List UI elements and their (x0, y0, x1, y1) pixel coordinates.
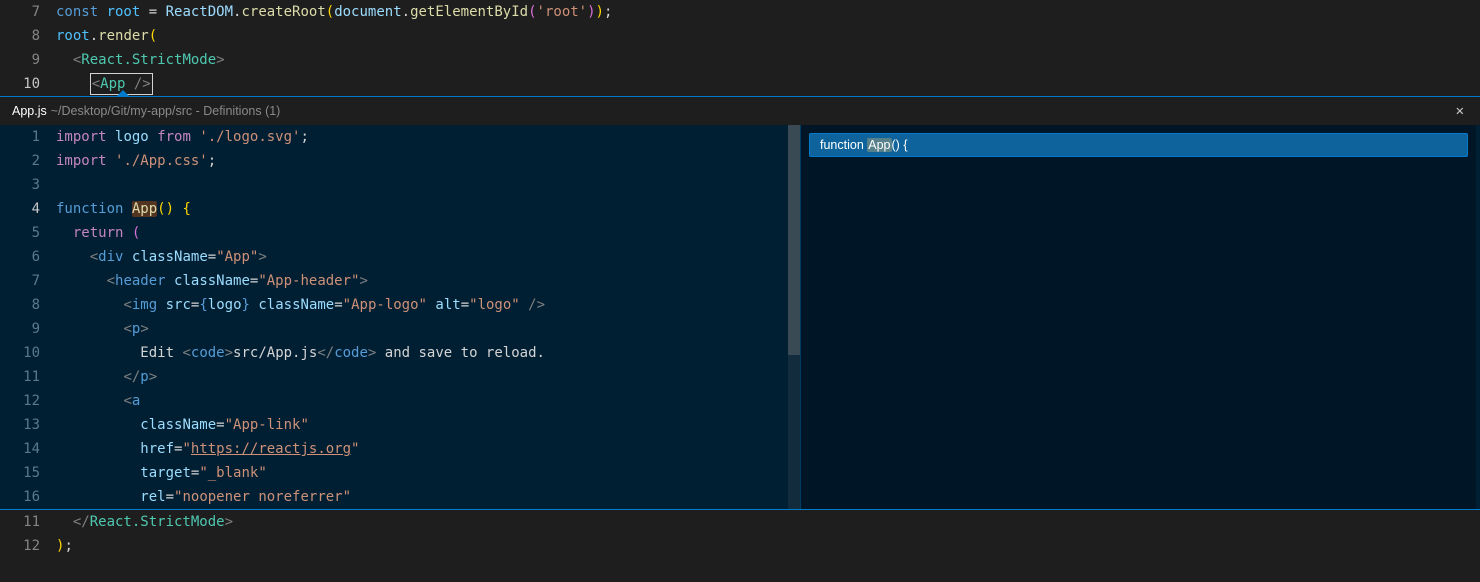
line-number: 10 (0, 341, 56, 365)
line-content[interactable]: href="https://reactjs.org" (56, 437, 359, 461)
peek-references-panel: function App() { (800, 125, 1476, 509)
line-number: 9 (0, 317, 56, 341)
peek-definition-widget: App.js ~/Desktop/Git/my-app/src - Defini… (0, 96, 1480, 510)
line-content[interactable]: Edit <code>src/App.js</code> and save to… (56, 341, 545, 365)
close-icon[interactable]: ✕ (1452, 103, 1468, 119)
code-line[interactable]: 3 (0, 173, 800, 197)
line-content[interactable]: const root = ReactDOM.createRoot(documen… (56, 0, 612, 24)
code-line[interactable]: 4function App() { (0, 197, 800, 221)
code-line[interactable]: 16 rel="noopener noreferrer" (0, 485, 800, 509)
code-line[interactable]: 10 <App /> (0, 72, 1480, 96)
code-line[interactable]: 10 Edit <code>src/App.js</code> and save… (0, 341, 800, 365)
line-content[interactable]: import logo from './logo.svg'; (56, 125, 309, 149)
line-content[interactable]: <App /> (56, 72, 153, 96)
line-content[interactable]: <p> (56, 317, 149, 341)
line-content[interactable]: rel="noopener noreferrer" (56, 485, 351, 509)
code-line[interactable]: 7const root = ReactDOM.createRoot(docume… (0, 0, 1480, 24)
editor-container: 7const root = ReactDOM.createRoot(docume… (0, 0, 1480, 582)
code-line[interactable]: 6 <div className="App"> (0, 245, 800, 269)
line-number: 8 (0, 293, 56, 317)
line-number: 7 (0, 269, 56, 293)
peek-filename: App.js (12, 104, 47, 118)
line-content[interactable]: <img src={logo} className="App-logo" alt… (56, 293, 545, 317)
line-content[interactable]: target="_blank" (56, 461, 267, 485)
line-number: 12 (0, 389, 56, 413)
code-line[interactable]: 14 href="https://reactjs.org" (0, 437, 800, 461)
line-content[interactable]: </p> (56, 365, 157, 389)
code-line[interactable]: 11 </React.StrictMode> (0, 510, 1480, 534)
code-line[interactable]: 2import './App.css'; (0, 149, 800, 173)
line-number: 2 (0, 149, 56, 173)
peek-filepath: ~/Desktop/Git/my-app/src - Definitions (… (51, 104, 281, 118)
line-number: 10 (0, 72, 56, 96)
code-line[interactable]: 12 <a (0, 389, 800, 413)
line-number: 7 (0, 0, 56, 24)
code-line[interactable]: 8 <img src={logo} className="App-logo" a… (0, 293, 800, 317)
peek-reference-item[interactable]: function App() { (809, 133, 1468, 157)
line-number: 9 (0, 48, 56, 72)
peek-editor[interactable]: 1import logo from './logo.svg';2import '… (0, 125, 800, 509)
line-number: 1 (0, 125, 56, 149)
line-number: 11 (0, 510, 56, 534)
code-line[interactable]: 12); (0, 534, 1480, 558)
code-line[interactable]: 11 </p> (0, 365, 800, 389)
peek-body: 1import logo from './logo.svg';2import '… (0, 125, 1480, 509)
main-editor-bottom[interactable]: 11 </React.StrictMode>12); (0, 510, 1480, 558)
code-line[interactable]: 7 <header className="App-header"> (0, 269, 800, 293)
code-line[interactable]: 8root.render( (0, 24, 1480, 48)
line-number: 8 (0, 24, 56, 48)
line-number: 6 (0, 245, 56, 269)
line-content[interactable]: <header className="App-header"> (56, 269, 368, 293)
line-number: 13 (0, 413, 56, 437)
line-content[interactable]: <a (56, 389, 140, 413)
line-content[interactable]: <React.StrictMode> (56, 48, 225, 72)
line-content[interactable]: return ( (56, 221, 140, 245)
code-line[interactable]: 9 <React.StrictMode> (0, 48, 1480, 72)
line-content[interactable]: function App() { (56, 197, 191, 221)
code-line[interactable]: 9 <p> (0, 317, 800, 341)
line-content[interactable]: root.render( (56, 24, 157, 48)
line-number: 14 (0, 437, 56, 461)
code-line[interactable]: 1import logo from './logo.svg'; (0, 125, 800, 149)
line-content[interactable]: </React.StrictMode> (56, 510, 233, 534)
line-number: 11 (0, 365, 56, 389)
line-number: 12 (0, 534, 56, 558)
line-number: 15 (0, 461, 56, 485)
line-number: 5 (0, 221, 56, 245)
peek-scrollbar[interactable] (788, 125, 800, 509)
peek-arrow-indicator (116, 90, 130, 97)
line-number: 16 (0, 485, 56, 509)
line-content[interactable]: <div className="App"> (56, 245, 267, 269)
line-number: 3 (0, 173, 56, 197)
peek-header: App.js ~/Desktop/Git/my-app/src - Defini… (0, 97, 1480, 125)
code-line[interactable]: 13 className="App-link" (0, 413, 800, 437)
peek-scrollbar-thumb[interactable] (788, 125, 800, 355)
line-content[interactable]: ); (56, 534, 73, 558)
code-line[interactable]: 15 target="_blank" (0, 461, 800, 485)
code-line[interactable]: 5 return ( (0, 221, 800, 245)
main-editor-top[interactable]: 7const root = ReactDOM.createRoot(docume… (0, 0, 1480, 96)
line-content[interactable]: className="App-link" (56, 413, 309, 437)
line-number: 4 (0, 197, 56, 221)
line-content[interactable]: import './App.css'; (56, 149, 216, 173)
